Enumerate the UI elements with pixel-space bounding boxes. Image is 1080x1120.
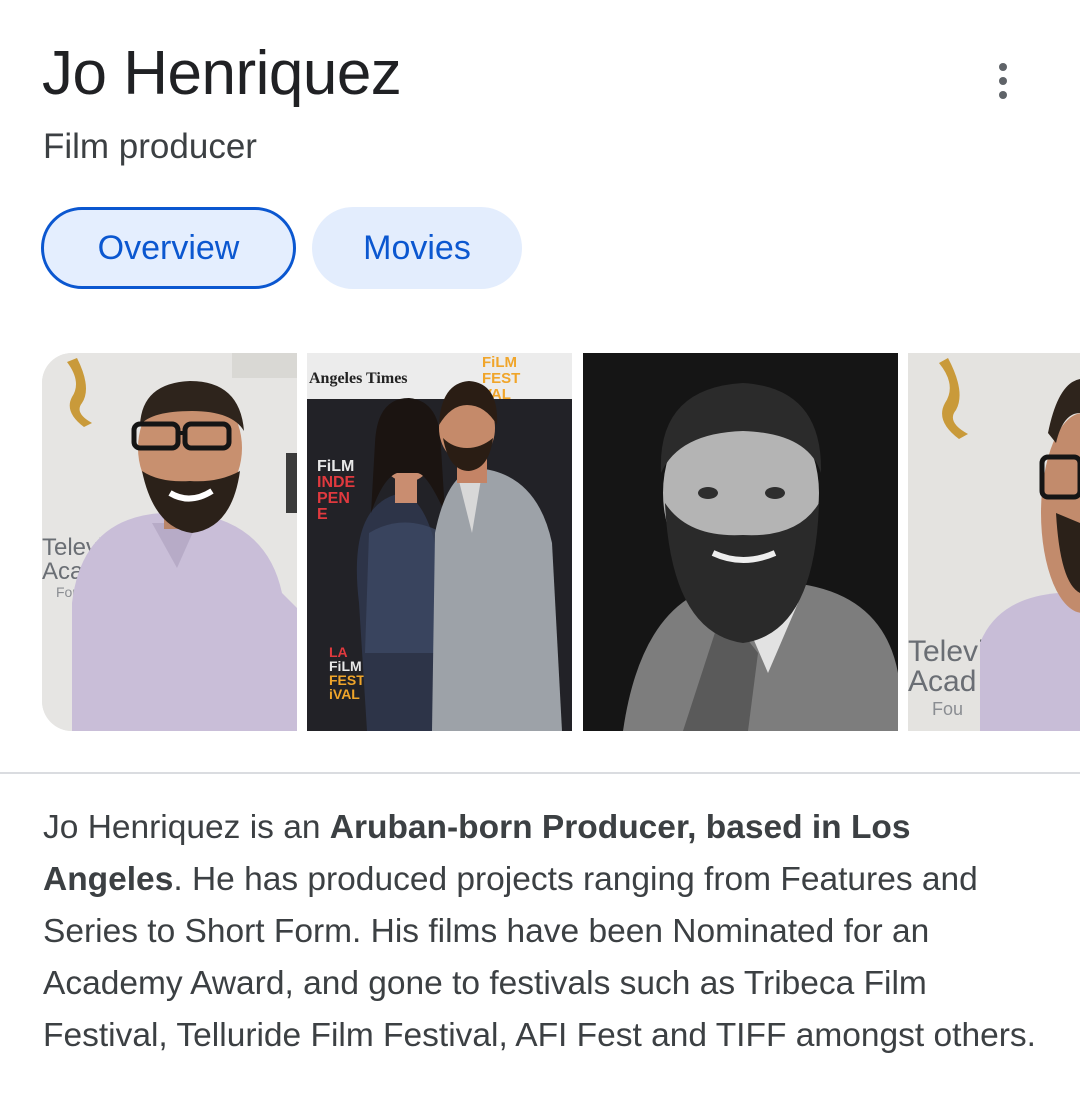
tab-movies[interactable]: Movies xyxy=(312,207,522,289)
more-options-button[interactable] xyxy=(980,58,1026,104)
entity-subtitle: Film producer xyxy=(43,127,257,166)
la-text-4: iVAL xyxy=(329,686,360,702)
fest-top-1: FiLM xyxy=(482,354,517,371)
film-text-4: E xyxy=(317,506,328,523)
image-thumbnail-2[interactable]: Angeles Times FiLM FEST VAL FiLM INDE PE… xyxy=(307,353,572,731)
page-title: Jo Henriquez xyxy=(42,39,402,108)
description-text-2: . He has produced projects ranging from … xyxy=(43,861,1036,1054)
more-vert-icon-dot xyxy=(999,63,1007,71)
fest-top-2: FEST xyxy=(482,370,520,387)
sign-text-3: Fou xyxy=(932,699,963,719)
description-text-1: Jo Henriquez is an xyxy=(43,809,330,846)
image-thumbnail-3[interactable] xyxy=(583,353,898,731)
photo-man-lavender-shirt: Televi Acad Fou xyxy=(42,353,297,731)
tab-overview[interactable]: Overview xyxy=(41,207,296,289)
image-thumbnail-4[interactable]: Televi Acad Fou xyxy=(908,353,1080,731)
film-text-1: FiLM xyxy=(317,458,354,475)
image-carousel[interactable]: Televi Acad Fou Angeles Times FiLM FEST … xyxy=(0,353,1080,731)
photo-man-lavender-shirt-alt: Televi Acad Fou xyxy=(908,353,1080,731)
film-text-3: PEN xyxy=(317,490,350,507)
photo-bw-portrait xyxy=(583,353,898,731)
entity-description: Jo Henriquez is an Aruban-born Producer,… xyxy=(43,802,1043,1062)
backdrop-header-text: Angeles Times xyxy=(309,370,408,387)
section-divider xyxy=(0,772,1080,774)
sign-text-1: Televi xyxy=(908,635,985,668)
more-vert-icon-dot xyxy=(999,77,1007,85)
film-text-2: INDE xyxy=(317,474,356,491)
sign-text-2: Acad xyxy=(908,665,976,698)
photo-couple-premiere: Angeles Times FiLM FEST VAL FiLM INDE PE… xyxy=(307,353,572,731)
more-vert-icon-dot xyxy=(999,91,1007,99)
image-thumbnail-1[interactable]: Televi Acad Fou xyxy=(42,353,297,731)
